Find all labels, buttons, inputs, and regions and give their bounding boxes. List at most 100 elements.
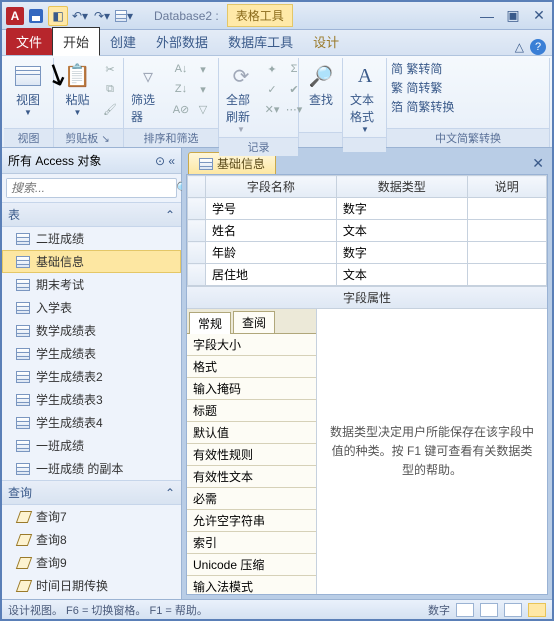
property-row[interactable]: 格式	[187, 356, 316, 378]
property-row[interactable]: 输入掩码	[187, 378, 316, 400]
view-button[interactable]: 视图 ▼	[8, 60, 48, 120]
query-icon	[16, 557, 30, 569]
nav-table-item[interactable]: 学生成绩表4	[2, 411, 181, 434]
nav-item-label: 数学成绩表	[36, 322, 96, 339]
format-painter-button[interactable]: 🖌	[101, 100, 119, 118]
col-description[interactable]: 说明	[467, 176, 546, 198]
find-label: 查找	[309, 91, 333, 108]
view-pivotchart-button[interactable]	[504, 603, 522, 617]
tab-start[interactable]: 开始	[52, 27, 100, 56]
property-row[interactable]: 字段大小	[187, 334, 316, 356]
property-row[interactable]: 有效性文本	[187, 466, 316, 488]
nav-query-item[interactable]: 查询7	[2, 505, 181, 528]
property-row[interactable]: 允许空字符串	[187, 510, 316, 532]
tab-external[interactable]: 外部数据	[146, 28, 218, 55]
nav-table-item[interactable]: 一班成绩	[2, 434, 181, 457]
tab-design[interactable]: 设计	[303, 28, 349, 55]
record-delete[interactable]: ✕▾	[263, 100, 281, 118]
view-design-button[interactable]	[528, 603, 546, 617]
object-close-button[interactable]: ✕	[532, 155, 548, 172]
nav-item-label: 基础信息	[36, 253, 84, 270]
simp-to-trad-button[interactable]: 繁 简转繁	[391, 79, 442, 96]
text-format-button[interactable]: A 文本格式 ▼	[347, 60, 383, 137]
restore-button[interactable]: ▣	[504, 7, 522, 25]
nav-item-label: 查询7	[36, 508, 67, 525]
col-fieldname[interactable]: 字段名称	[206, 176, 337, 198]
selection-filter-button[interactable]: ▾	[194, 60, 212, 78]
clear-sort-button[interactable]: A⊘	[172, 100, 190, 118]
field-row[interactable]: 居住地文本	[188, 264, 547, 286]
property-row[interactable]: 输入法模式	[187, 576, 316, 594]
nav-query-item[interactable]: 查询8	[2, 528, 181, 551]
nav-table-item[interactable]: 一班成绩 的副本	[2, 457, 181, 480]
tab-file[interactable]: 文件	[6, 28, 52, 55]
field-row[interactable]: 年龄数字	[188, 242, 547, 264]
nav-item-label: 查询8	[36, 531, 67, 548]
nav-table-item[interactable]: 学生成绩表3	[2, 388, 181, 411]
col-datatype[interactable]: 数据类型	[336, 176, 467, 198]
nav-table-item[interactable]: 数学成绩表	[2, 319, 181, 342]
table-icon	[16, 325, 30, 337]
search-input[interactable]	[7, 179, 172, 197]
prop-tab-lookup[interactable]: 查阅	[233, 311, 275, 333]
qat-save[interactable]	[26, 6, 46, 26]
nav-item-label: 学生成绩表4	[36, 414, 103, 431]
sort-desc-button[interactable]: Z↓	[172, 80, 190, 98]
property-row[interactable]: 索引	[187, 532, 316, 554]
filter-button[interactable]: ▿ 筛选器	[128, 60, 168, 128]
nav-table-item[interactable]: 学生成绩表	[2, 342, 181, 365]
cut-button[interactable]: ✂	[101, 60, 119, 78]
property-row[interactable]: 必需	[187, 488, 316, 510]
qat-quick1[interactable]: ◧	[48, 6, 68, 26]
nav-query-item[interactable]: 时间日期传换	[2, 574, 181, 597]
trad-to-simp-button[interactable]: 简 繁转简	[391, 60, 442, 77]
field-row[interactable]: 姓名文本	[188, 220, 547, 242]
nav-search[interactable]: 🔍	[6, 178, 177, 198]
nav-query-item[interactable]: 查询9	[2, 551, 181, 574]
clipboard-dialog-launcher[interactable]: ↘	[101, 134, 109, 145]
chs-convert-button[interactable]: 箔 简繁转换	[391, 98, 454, 115]
nav-table-item[interactable]: 学生成绩表2	[2, 365, 181, 388]
nav-table-item[interactable]: 入学表	[2, 296, 181, 319]
toggle-filter-button[interactable]: ▽	[194, 100, 212, 118]
nav-dropdown-icon[interactable]: ⊙ «	[155, 154, 175, 168]
property-row[interactable]: 标题	[187, 400, 316, 422]
nav-group-tables[interactable]: 表⌃	[2, 202, 181, 227]
close-button[interactable]: ✕	[530, 7, 548, 25]
property-row[interactable]: 默认值	[187, 422, 316, 444]
paste-button[interactable]: 📋 粘贴 ▼	[58, 60, 97, 120]
table-icon	[16, 463, 30, 475]
nav-header[interactable]: 所有 Access 对象 ⊙ «	[2, 148, 181, 174]
qat-undo[interactable]: ↶▾	[70, 6, 90, 26]
tab-create[interactable]: 创建	[100, 28, 146, 55]
property-row[interactable]: 有效性规则	[187, 444, 316, 466]
qat-table[interactable]: ▾	[114, 6, 134, 26]
table-icon	[16, 394, 30, 406]
ribbon-minimize-icon[interactable]: △	[515, 40, 524, 54]
app-icon[interactable]: A	[6, 7, 24, 25]
group-label-sortfilter: 排序和筛选	[124, 128, 218, 147]
property-row[interactable]: Unicode 压缩	[187, 554, 316, 576]
copy-button[interactable]: ⧉	[101, 80, 119, 98]
tab-dbtools[interactable]: 数据库工具	[218, 28, 303, 55]
sort-asc-button[interactable]: A↓	[172, 60, 190, 78]
nav-table-item[interactable]: 期末考试	[2, 273, 181, 296]
view-datasheet-button[interactable]	[456, 603, 474, 617]
minimize-button[interactable]: —	[478, 7, 496, 25]
field-props-header: 字段属性	[187, 286, 547, 309]
nav-table-item[interactable]: 基础信息	[2, 250, 181, 273]
nav-table-item[interactable]: 二班成绩	[2, 227, 181, 250]
nav-group-queries[interactable]: 查询⌃	[2, 480, 181, 505]
field-grid[interactable]: 字段名称 数据类型 说明 学号数字姓名文本年龄数字居住地文本	[187, 175, 547, 286]
table-icon	[16, 256, 30, 268]
qat-redo[interactable]: ↷▾	[92, 6, 112, 26]
help-icon[interactable]: ?	[530, 39, 546, 55]
prop-tab-general[interactable]: 常规	[189, 312, 231, 334]
refresh-all-button[interactable]: ⟳ 全部刷新 ▼	[223, 60, 259, 137]
record-save[interactable]: ✓	[263, 80, 281, 98]
find-button[interactable]: 🔎 查找	[303, 60, 339, 111]
field-row[interactable]: 学号数字	[188, 198, 547, 220]
record-new[interactable]: ✦	[263, 60, 281, 78]
advanced-filter-button[interactable]: ▾	[194, 80, 212, 98]
view-pivottable-button[interactable]	[480, 603, 498, 617]
